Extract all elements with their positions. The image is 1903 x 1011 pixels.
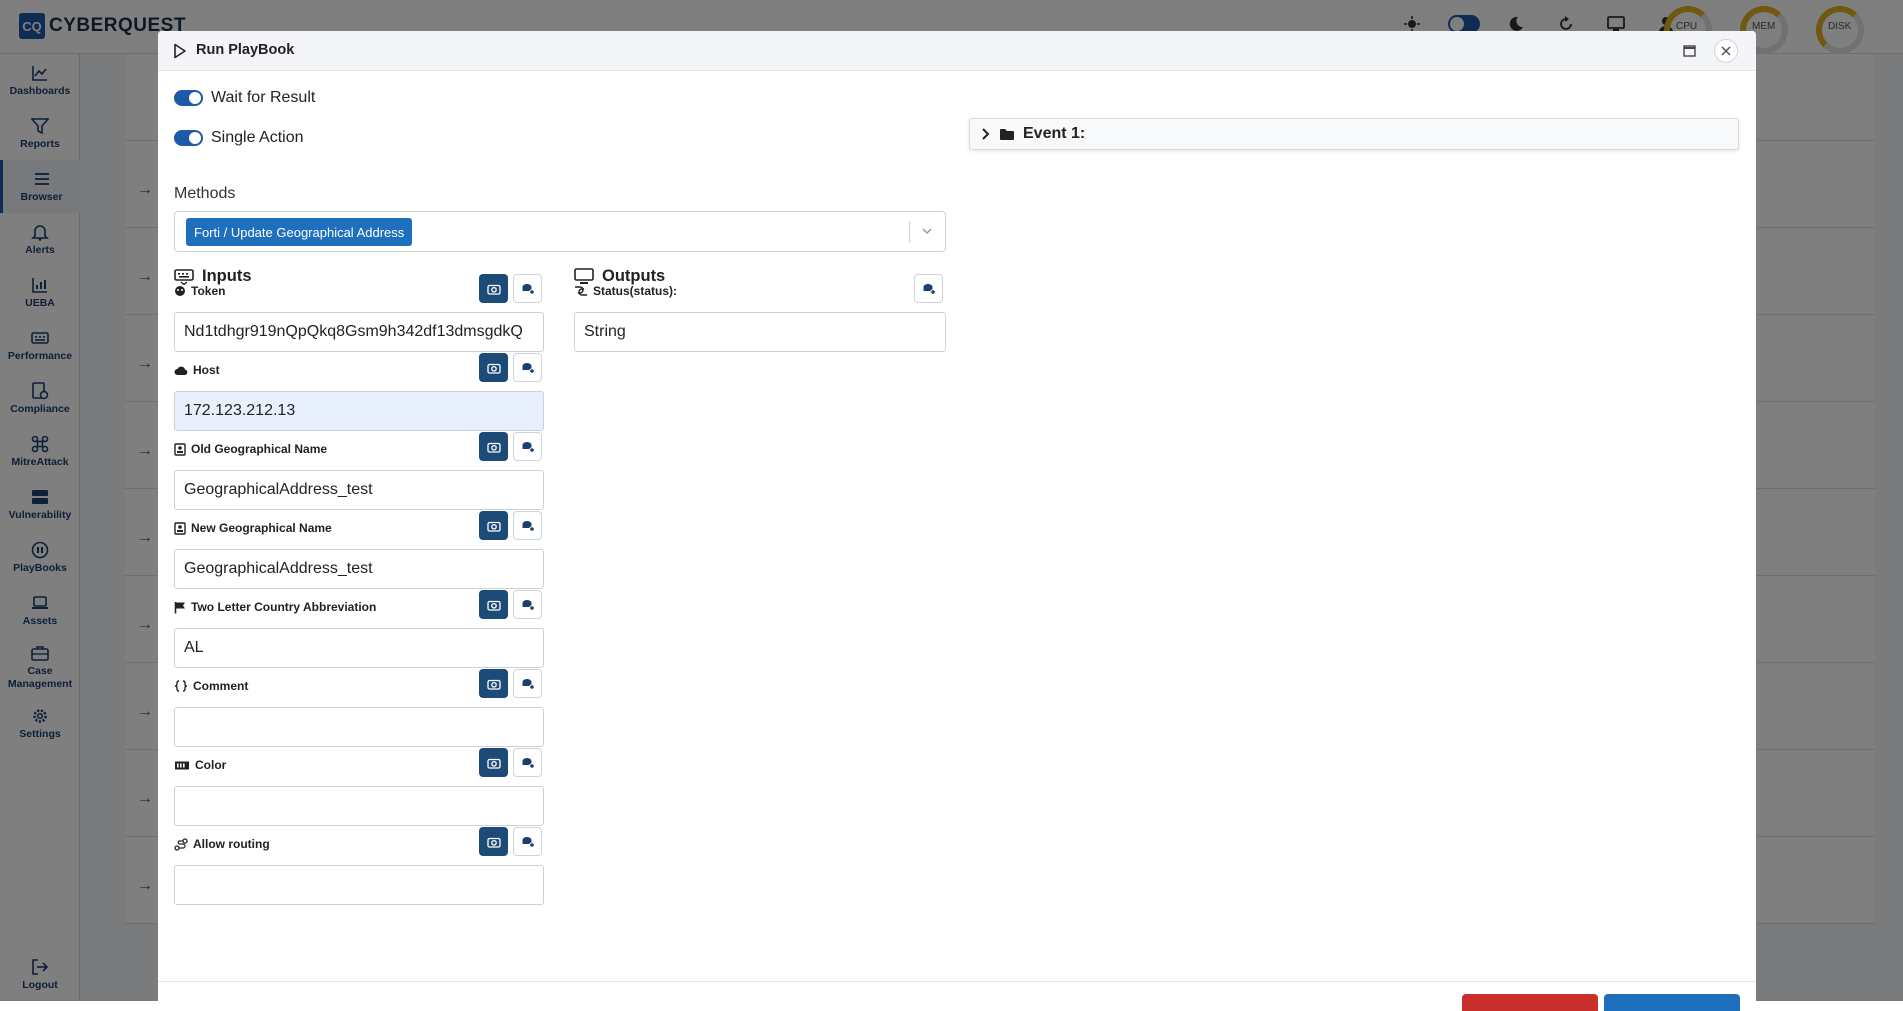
- variable-button[interactable]: [513, 511, 542, 540]
- folder-icon: [1000, 128, 1014, 140]
- variable-button[interactable]: [914, 274, 943, 303]
- database-link-icon: [923, 283, 936, 295]
- wait-for-result-label: Wait for Result: [211, 89, 316, 106]
- wait-for-result-switch[interactable]: [174, 90, 203, 106]
- variable-button[interactable]: [513, 669, 542, 698]
- capture-button[interactable]: [479, 590, 508, 619]
- capture-button[interactable]: [479, 353, 508, 382]
- close-icon: [1721, 46, 1731, 56]
- route-icon: [174, 837, 188, 851]
- old-geographical-name-input[interactable]: GeographicalAddress_test: [174, 470, 544, 510]
- selected-method-tag[interactable]: Forti / Update Geographical Address: [186, 218, 413, 246]
- palette-icon: [175, 761, 189, 769]
- id-card-icon: [174, 521, 186, 535]
- input-label-host: Host: [174, 363, 220, 377]
- variable-button[interactable]: [513, 827, 542, 856]
- output-label-status: Status(status):: [574, 284, 677, 298]
- database-link-icon: [522, 757, 535, 769]
- status-output-field[interactable]: String: [574, 312, 946, 352]
- single-action-label: Single Action: [211, 129, 304, 146]
- run-playbook-modal: Run PlayBook Wait for Result Single Acti…: [158, 31, 1756, 1011]
- cancel-button[interactable]: [1462, 994, 1598, 1011]
- allow-routing-input[interactable]: [174, 865, 544, 905]
- capture-button[interactable]: [479, 669, 508, 698]
- country-abbreviation-input[interactable]: AL: [174, 628, 544, 668]
- database-link-icon: [522, 520, 535, 532]
- host-input[interactable]: 172.123.212.13: [174, 391, 544, 431]
- capture-button[interactable]: [479, 432, 508, 461]
- camera-icon: [486, 837, 501, 848]
- wait-for-result-toggle[interactable]: Wait for Result: [174, 89, 315, 107]
- token-input[interactable]: Nd1tdhgr919nQpQkq8Gsm9h342df13dmsgdkQ: [174, 312, 544, 352]
- keyboard-icon: [174, 268, 194, 285]
- color-input[interactable]: [174, 786, 544, 826]
- chevron-down-icon[interactable]: [920, 224, 934, 243]
- braces-icon: [174, 680, 188, 692]
- id-card-icon: [174, 442, 186, 456]
- variable-button[interactable]: [513, 274, 542, 303]
- close-button[interactable]: [1714, 39, 1738, 63]
- input-label-new-geographical-name: New Geographical Name: [174, 521, 332, 535]
- database-link-icon: [522, 836, 535, 848]
- single-action-switch[interactable]: [174, 130, 203, 146]
- input-label-country-abbreviation: Two Letter Country Abbreviation: [174, 600, 376, 614]
- variable-button[interactable]: [513, 353, 542, 382]
- modal-footer: [158, 981, 1756, 1011]
- variable-button[interactable]: [513, 748, 542, 777]
- input-label-color: Color: [174, 758, 226, 772]
- variable-button[interactable]: [513, 590, 542, 619]
- modal-title: Run PlayBook: [196, 42, 295, 58]
- select-separator: [909, 221, 910, 243]
- cloud-icon: [174, 366, 188, 375]
- capture-button[interactable]: [479, 274, 508, 303]
- link-icon: [575, 286, 587, 296]
- database-link-icon: [522, 362, 535, 374]
- input-label-token: Token: [174, 284, 225, 298]
- input-label-comment: Comment: [174, 679, 248, 693]
- camera-icon: [486, 758, 501, 769]
- monitor-icon: [574, 268, 594, 284]
- flag-icon: [174, 601, 185, 613]
- input-label-allow-routing: Allow routing: [174, 837, 270, 851]
- play-icon: [173, 43, 187, 64]
- camera-icon: [486, 600, 501, 611]
- database-link-icon: [522, 678, 535, 690]
- camera-icon: [486, 442, 501, 453]
- capture-button[interactable]: [479, 827, 508, 856]
- camera-icon: [486, 363, 501, 374]
- camera-icon: [486, 521, 501, 532]
- maximize-icon[interactable]: [1680, 42, 1698, 60]
- capture-button[interactable]: [479, 511, 508, 540]
- event-panel[interactable]: Event 1:: [969, 118, 1739, 150]
- modal-body: Wait for Result Single Action Methods Fo…: [158, 71, 1756, 1011]
- token-icon: [175, 286, 185, 296]
- event-label: Event 1:: [1023, 125, 1086, 142]
- camera-icon: [486, 284, 501, 295]
- comment-input[interactable]: [174, 707, 544, 747]
- camera-icon: [486, 679, 501, 690]
- database-link-icon: [522, 283, 535, 295]
- modal-header: Run PlayBook: [158, 31, 1756, 71]
- new-geographical-name-input[interactable]: GeographicalAddress_test: [174, 549, 544, 589]
- run-button[interactable]: [1604, 994, 1740, 1011]
- single-action-toggle[interactable]: Single Action: [174, 129, 304, 147]
- chevron-right-icon: [982, 128, 990, 140]
- methods-select[interactable]: Forti / Update Geographical Address: [174, 211, 946, 252]
- database-link-icon: [522, 441, 535, 453]
- methods-label: Methods: [174, 185, 236, 202]
- capture-button[interactable]: [479, 748, 508, 777]
- input-label-old-geographical-name: Old Geographical Name: [174, 442, 327, 456]
- database-link-icon: [522, 599, 535, 611]
- variable-button[interactable]: [513, 432, 542, 461]
